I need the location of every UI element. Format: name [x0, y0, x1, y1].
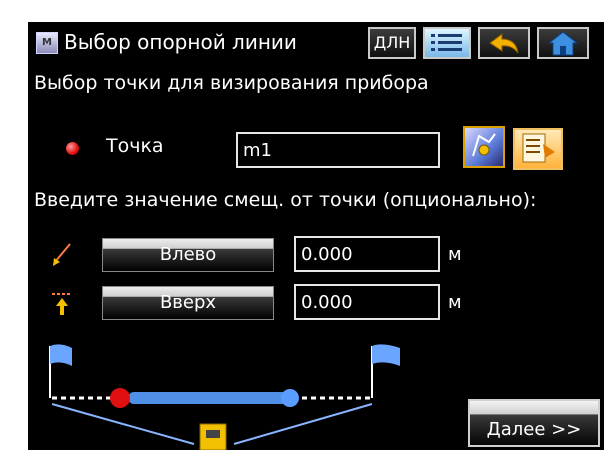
point-list-button[interactable]	[513, 128, 563, 170]
app-screen: M Выбор опорной линии ДЛН Выбор точки дл…	[28, 22, 604, 450]
end-flag-icon	[371, 344, 400, 398]
point-indicator-icon	[66, 142, 79, 155]
home-button[interactable]	[537, 27, 589, 59]
list-icon	[431, 34, 462, 51]
left-offset-button[interactable]: Влево	[102, 238, 274, 272]
map-pick-icon	[472, 133, 496, 157]
start-point-icon	[110, 388, 130, 408]
title-bar: M Выбор опорной линии ДЛН	[28, 22, 604, 66]
offset-prompt: Введите значение смещ. от точки (опциона…	[34, 189, 537, 211]
left-offset-input[interactable]	[294, 236, 440, 272]
device-frame: M Выбор опорной линии ДЛН Выбор точки дл…	[0, 0, 609, 450]
point-input[interactable]	[236, 132, 440, 168]
end-point-icon	[281, 389, 299, 407]
point-label: Точка	[106, 135, 164, 157]
list-button[interactable]	[423, 27, 471, 59]
left-offset-icon	[53, 243, 71, 266]
next-button[interactable]: Далее >>	[468, 399, 600, 447]
back-button[interactable]	[478, 27, 530, 59]
up-offset-input[interactable]	[294, 284, 440, 320]
app-menu-icon[interactable]: M	[36, 32, 58, 54]
start-flag-icon	[49, 344, 72, 398]
pick-point-button[interactable]	[463, 126, 505, 168]
back-arrow-icon	[489, 33, 519, 54]
up-offset-unit: м	[448, 292, 462, 313]
instruction-text: Выбор точки для визирования прибора	[34, 72, 429, 94]
home-icon	[547, 31, 579, 56]
instrument-icon	[199, 423, 227, 450]
left-offset-unit: м	[448, 244, 462, 265]
point-list-icon	[522, 133, 555, 163]
up-offset-button[interactable]: Вверх	[102, 286, 274, 320]
up-offset-icon	[52, 293, 72, 315]
dln-button[interactable]: ДЛН	[368, 27, 416, 59]
window-title: Выбор опорной линии	[64, 30, 297, 54]
